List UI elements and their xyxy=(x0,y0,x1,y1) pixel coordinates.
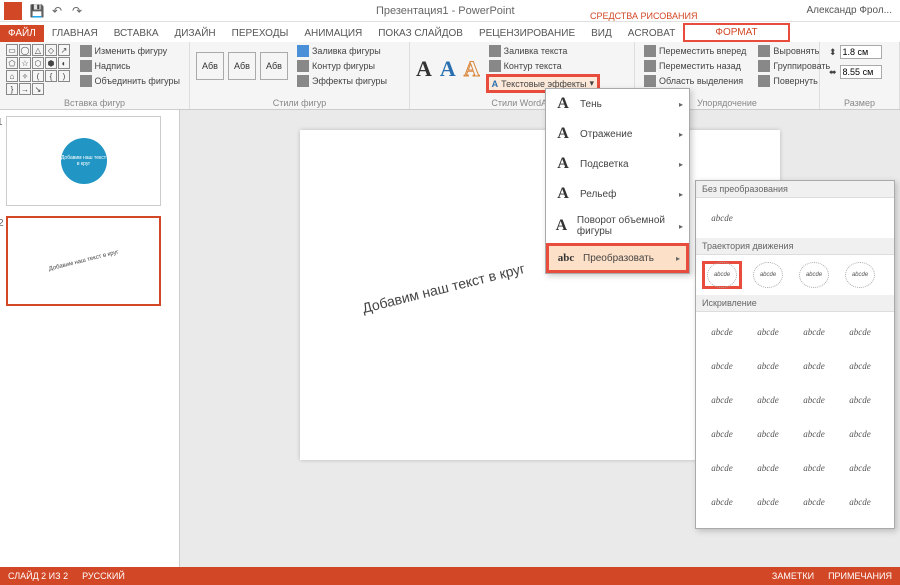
contextual-tab-title: СРЕДСТВА РИСОВАНИЯ xyxy=(582,8,705,24)
warp-option[interactable]: abcde xyxy=(840,454,880,482)
section-follow-path: Траектория движения xyxy=(696,238,894,255)
warp-option[interactable]: abcde xyxy=(840,420,880,448)
shape-fill-button[interactable]: Заливка фигуры xyxy=(294,44,390,58)
menu-shadow[interactable]: AТень▸ xyxy=(546,89,689,119)
section-no-transform: Без преобразования xyxy=(696,181,894,198)
shape-outline-button[interactable]: Контур фигуры xyxy=(294,59,390,73)
width-input[interactable] xyxy=(840,65,882,79)
undo-icon[interactable]: ↶ xyxy=(50,4,64,18)
notes-button[interactable]: ЗАМЕТКИ xyxy=(772,571,814,581)
bring-forward-button[interactable]: Переместить вперед xyxy=(641,44,749,58)
ribbon: ▭◯△◇↗⬠ ☆⬡⬢◐⌂✧ ({)}→↘ Изменить фигуру Над… xyxy=(0,42,900,110)
group-size: ⬍ ⬌ Размер xyxy=(820,42,900,109)
transform-path-2[interactable]: abcde xyxy=(748,261,788,289)
warp-option[interactable]: abcde xyxy=(748,386,788,414)
tab-design[interactable]: ДИЗАЙН xyxy=(167,25,224,42)
curved-text[interactable]: Добавим наш текст в круг xyxy=(361,260,527,316)
group-shape-styles: Абв Абв Абв Заливка фигуры Контур фигуры… xyxy=(190,42,410,109)
warp-option[interactable]: abcde xyxy=(702,352,742,380)
height-input[interactable] xyxy=(840,45,882,59)
title-bar: 💾 ↶ ↷ Презентация1 - PowerPoint Александ… xyxy=(0,0,900,22)
warp-option[interactable]: abcde xyxy=(794,352,834,380)
shape-style-gallery[interactable]: Абв Абв Абв xyxy=(196,52,288,80)
tab-slideshow[interactable]: ПОКАЗ СЛАЙДОВ xyxy=(370,25,471,42)
ribbon-tabs: ФАЙЛ ГЛАВНАЯ ВСТАВКА ДИЗАЙН ПЕРЕХОДЫ АНИ… xyxy=(0,22,900,42)
transform-path-3[interactable]: abcde xyxy=(794,261,834,289)
language-indicator[interactable]: РУССКИЙ xyxy=(82,571,125,581)
send-backward-button[interactable]: Переместить назад xyxy=(641,59,749,73)
warp-option[interactable]: abcde xyxy=(702,454,742,482)
tab-file[interactable]: ФАЙЛ xyxy=(0,25,44,42)
warp-option[interactable]: abcde xyxy=(794,318,834,346)
user-name: Александр Фрол... xyxy=(807,5,893,16)
warp-option[interactable]: abcde xyxy=(748,454,788,482)
warp-option[interactable]: abcde xyxy=(840,386,880,414)
tab-transitions[interactable]: ПЕРЕХОДЫ xyxy=(224,25,297,42)
warp-option[interactable]: abcde xyxy=(748,488,788,516)
transform-path-4[interactable]: abcde xyxy=(840,261,880,289)
menu-transform[interactable]: abcПреобразовать▸ xyxy=(549,246,686,270)
section-warp: Искривление xyxy=(696,295,894,312)
tab-insert[interactable]: ВСТАВКА xyxy=(106,25,167,42)
selection-pane-button[interactable]: Область выделения xyxy=(641,74,749,88)
warp-option[interactable]: abcde xyxy=(702,420,742,448)
group-label: Размер xyxy=(826,98,893,108)
tab-acrobat[interactable]: ACROBAT xyxy=(620,25,684,42)
tab-format[interactable]: ФОРМАТ xyxy=(683,23,789,42)
thumbnail-2[interactable]: 2 Добавим наш текст в круг xyxy=(6,216,161,306)
status-bar: СЛАЙД 2 ИЗ 2 РУССКИЙ ЗАМЕТКИ ПРИМЕЧАНИЯ xyxy=(0,567,900,585)
warp-option[interactable]: abcde xyxy=(794,488,834,516)
warp-option[interactable]: abcde xyxy=(794,386,834,414)
warp-option[interactable]: abcde xyxy=(748,420,788,448)
merge-shapes-button[interactable]: Объединить фигуры xyxy=(77,74,183,88)
comments-button[interactable]: ПРИМЕЧАНИЯ xyxy=(828,571,892,581)
warp-option[interactable]: abcde xyxy=(794,420,834,448)
warp-option[interactable]: abcde xyxy=(748,318,788,346)
warp-option[interactable]: abcde xyxy=(748,352,788,380)
menu-bevel[interactable]: AРельеф▸ xyxy=(546,179,689,209)
text-fill-button[interactable]: Заливка текста xyxy=(486,44,600,58)
shape-effects-button[interactable]: Эффекты фигуры xyxy=(294,74,390,88)
tab-home[interactable]: ГЛАВНАЯ xyxy=(44,25,106,42)
warp-option[interactable]: abcde xyxy=(794,454,834,482)
group-label: Стили фигур xyxy=(196,98,403,108)
slide-indicator: СЛАЙД 2 ИЗ 2 xyxy=(8,571,68,581)
tab-view[interactable]: ВИД xyxy=(583,25,620,42)
warp-option[interactable]: abcde xyxy=(702,318,742,346)
menu-reflection[interactable]: AОтражение▸ xyxy=(546,119,689,149)
warp-option[interactable]: abcde xyxy=(702,386,742,414)
transform-panel: Без преобразования abcde Траектория движ… xyxy=(695,180,895,529)
slide-thumbnails: 1 Добавим наш текст в круг 2 Добавим наш… xyxy=(0,110,180,567)
text-effects-menu: AТень▸ AОтражение▸ AПодсветка▸ AРельеф▸ … xyxy=(545,88,690,274)
textbox-button[interactable]: Надпись xyxy=(77,59,183,73)
group-insert-shapes: ▭◯△◇↗⬠ ☆⬡⬢◐⌂✧ ({)}→↘ Изменить фигуру Над… xyxy=(0,42,190,109)
warp-grid: abcde abcde abcde abcde abcde abcde abcd… xyxy=(696,312,894,522)
app-icon xyxy=(4,2,22,20)
text-outline-button[interactable]: Контур текста xyxy=(486,59,600,73)
quick-access-toolbar: 💾 ↶ ↷ xyxy=(30,4,84,18)
redo-icon[interactable]: ↷ xyxy=(70,4,84,18)
thumb-shape: Добавим наш текст в круг xyxy=(61,138,107,184)
thumbnail-1[interactable]: 1 Добавим наш текст в круг xyxy=(6,116,161,206)
menu-glow[interactable]: AПодсветка▸ xyxy=(546,149,689,179)
transform-path-arch[interactable]: abcde xyxy=(702,261,742,289)
warp-option[interactable]: abcde xyxy=(840,352,880,380)
shapes-gallery[interactable]: ▭◯△◇↗⬠ ☆⬡⬢◐⌂✧ ({)}→↘ xyxy=(6,44,73,95)
group-label: Вставка фигур xyxy=(6,98,183,108)
wordart-gallery[interactable]: AAA xyxy=(416,56,480,82)
warp-option[interactable]: abcde xyxy=(702,488,742,516)
tab-review[interactable]: РЕЦЕНЗИРОВАНИЕ xyxy=(471,25,583,42)
warp-option[interactable]: abcde xyxy=(840,318,880,346)
tab-animations[interactable]: АНИМАЦИЯ xyxy=(296,25,370,42)
edit-shape-button[interactable]: Изменить фигуру xyxy=(77,44,183,58)
menu-3d-rotation[interactable]: AПоворот объемной фигуры▸ xyxy=(546,209,689,243)
save-icon[interactable]: 💾 xyxy=(30,4,44,18)
warp-option[interactable]: abcde xyxy=(840,488,880,516)
transform-none[interactable]: abcde xyxy=(702,204,742,232)
